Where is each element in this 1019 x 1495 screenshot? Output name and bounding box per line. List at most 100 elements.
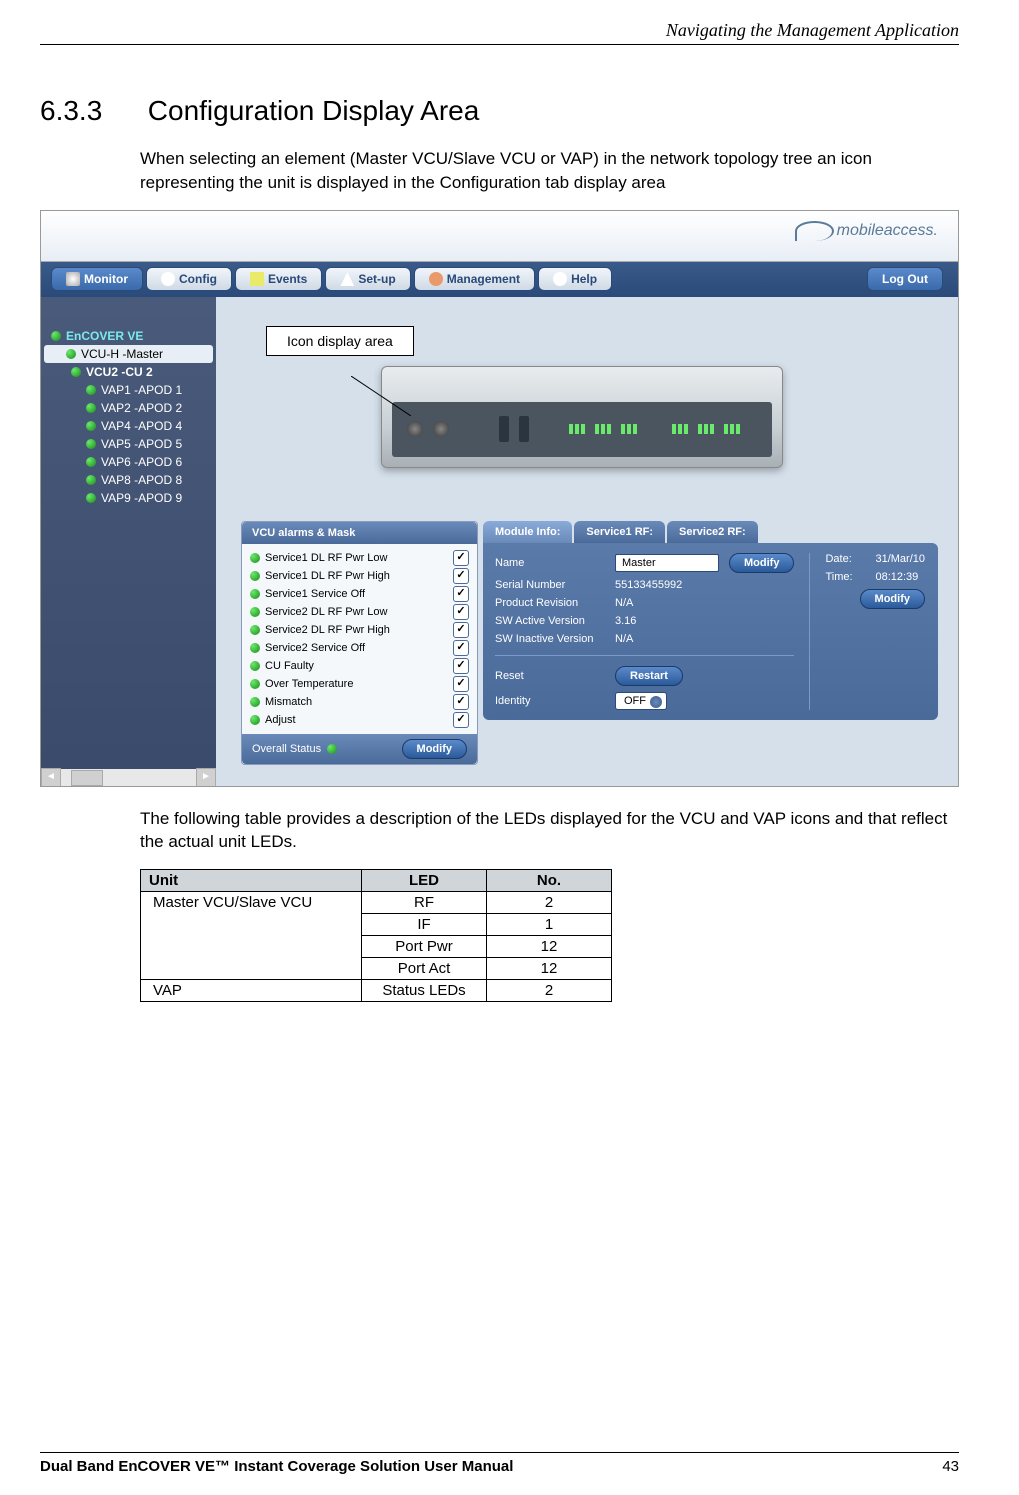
modify-button[interactable]: Modify [729,553,794,573]
status-dot-icon [250,643,260,653]
logout-button[interactable]: Log Out [867,267,943,291]
status-dot-icon [250,661,260,671]
status-dot-icon [86,385,96,395]
swactive-label: SW Active Version [495,615,605,627]
paragraph-1: When selecting an element (Master VCU/Sl… [140,147,959,195]
setup-icon [340,272,354,286]
revision-value: N/A [615,597,633,609]
table-cell: 1 [487,914,612,936]
date-label: Date: [825,553,865,565]
tree-item-master[interactable]: VCU-H -Master [44,345,213,363]
table-cell: Status LEDs [362,980,487,1002]
tab-events[interactable]: Events [235,267,322,291]
checkbox[interactable]: ✓ [453,640,469,656]
footer-title: Dual Band EnCOVER VE™ Instant Coverage S… [40,1458,513,1475]
status-dot-icon [86,421,96,431]
alarm-list: Service1 DL RF Pwr Low✓ Service1 DL RF P… [242,544,477,734]
scroll-left-icon[interactable]: ◄ [41,768,61,787]
checkbox[interactable]: ✓ [453,550,469,566]
checkbox[interactable]: ✓ [453,604,469,620]
tree-item-vap4[interactable]: VAP4 -APOD 4 [41,417,216,435]
section-title: Configuration Display Area [148,95,480,126]
scroll-right-icon[interactable]: ► [196,768,216,787]
identity-dropdown[interactable]: OFF [615,692,667,710]
tree-item-vap2[interactable]: VAP2 -APOD 2 [41,399,216,417]
status-dot-icon [327,744,337,754]
tree-item-vap1[interactable]: VAP1 -APOD 1 [41,381,216,399]
checkbox[interactable]: ✓ [453,712,469,728]
status-dot-icon [250,571,260,581]
tree-item-vap6[interactable]: VAP6 -APOD 6 [41,453,216,471]
page-footer: Dual Band EnCOVER VE™ Instant Coverage S… [40,1452,959,1475]
tab-setup[interactable]: Set-up [325,267,410,291]
scroll-thumb[interactable] [71,770,103,786]
led-group [698,424,714,434]
paragraph-2: The following table provides a descripti… [140,807,959,855]
table-cell: IF [362,914,487,936]
restart-button[interactable]: Restart [615,666,683,686]
callout-arrow [351,376,411,416]
table-cell: RF [362,892,487,914]
tab-module-info[interactable]: Module Info: [483,521,572,543]
checkbox[interactable]: ✓ [453,568,469,584]
divider [495,655,794,656]
status-dot-icon [250,553,260,563]
tab-service1-rf[interactable]: Service1 RF: [574,521,665,543]
knob-icon [433,421,449,437]
checkbox[interactable]: ✓ [453,586,469,602]
date-value: 31/Mar/10 [875,553,925,565]
checkbox[interactable]: ✓ [453,676,469,692]
info-column-left: NameMasterModify Serial Number5513345599… [495,553,794,710]
info-tabs: Module Info: Service1 RF: Service2 RF: [483,521,938,543]
alarm-item: CU Faulty✓ [247,657,472,675]
tree-item-vcu2[interactable]: VCU2 -CU 2 [41,363,216,381]
monitor-icon [66,272,80,286]
table-cell: Port Act [362,958,487,980]
page-header: Navigating the Management Application [40,20,959,45]
td-unit1: Master VCU/Slave VCU [141,892,362,980]
status-dot-icon [66,349,76,359]
alarm-item: Service1 DL RF Pwr High✓ [247,567,472,585]
status-dot-icon [51,331,61,341]
revision-label: Product Revision [495,597,605,609]
logo: mobileaccess. [795,221,938,241]
panels-row: VCU alarms & Mask Service1 DL RF Pwr Low… [241,521,938,765]
checkbox[interactable]: ✓ [453,622,469,638]
modify-button[interactable]: Modify [402,739,467,759]
tab-monitor[interactable]: Monitor [51,267,143,291]
tree-item-vap9[interactable]: VAP9 -APOD 9 [41,489,216,507]
status-dot-icon [250,625,260,635]
device-front-panel [392,402,772,457]
table-cell: 12 [487,958,612,980]
time-value: 08:12:39 [875,571,918,583]
checkbox[interactable]: ✓ [453,658,469,674]
serial-label: Serial Number [495,579,605,591]
divider [809,553,810,710]
checkbox[interactable]: ✓ [453,694,469,710]
scrollbar[interactable]: ◄ ► [41,769,216,787]
time-label: Time: [825,571,865,583]
callout-label: Icon display area [266,326,414,356]
tree-item-vap8[interactable]: VAP8 -APOD 8 [41,471,216,489]
tab-service2-rf[interactable]: Service2 RF: [667,521,758,543]
tab-help[interactable]: Help [538,267,612,291]
alarm-item: Service2 DL RF Pwr High✓ [247,621,472,639]
page-number: 43 [942,1458,959,1475]
info-column-right: Date: 31/Mar/10 Time: 08:12:39 Modify [825,553,925,710]
alarm-item: Service1 DL RF Pwr Low✓ [247,549,472,567]
tab-management[interactable]: Management [414,267,535,291]
swinactive-value: N/A [615,633,633,645]
info-body: NameMasterModify Serial Number5513345599… [483,543,938,720]
tab-config[interactable]: Config [146,267,232,291]
led-group [672,424,688,434]
tree-root[interactable]: EnCOVER VE [41,327,216,345]
table-cell: 12 [487,936,612,958]
config-icon [161,272,175,286]
modify-button[interactable]: Modify [860,589,925,609]
th-unit: Unit [141,870,362,892]
alarm-item: Over Temperature✓ [247,675,472,693]
alarm-footer: Overall Status Modify [242,734,477,764]
led-table: Unit LED No. Master VCU/Slave VCU RF 2 I… [140,869,612,1002]
tree-item-vap5[interactable]: VAP5 -APOD 5 [41,435,216,453]
name-input[interactable]: Master [615,554,719,572]
